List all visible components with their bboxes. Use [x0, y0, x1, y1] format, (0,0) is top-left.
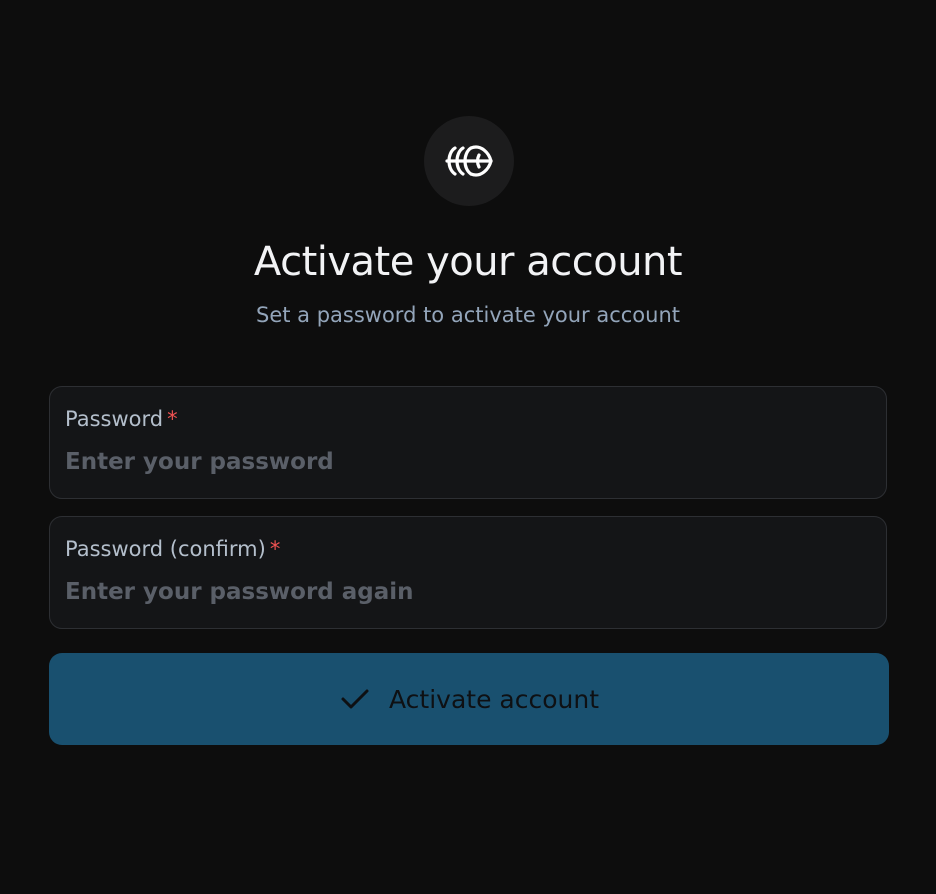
password-label: Password * — [65, 405, 178, 433]
password-confirm-input[interactable] — [65, 575, 865, 609]
activate-account-label: Activate account — [389, 684, 599, 714]
check-icon — [339, 683, 371, 715]
password-field[interactable]: Password * — [49, 386, 887, 499]
activate-account-button[interactable]: Activate account — [49, 653, 889, 745]
brand-logo-icon — [445, 145, 493, 177]
required-marker: * — [167, 407, 178, 431]
required-marker: * — [269, 537, 281, 561]
password-confirm-field[interactable]: Password (confirm) * — [49, 516, 887, 629]
page-subtitle: Set a password to activate your account — [256, 303, 680, 327]
page-title: Activate your account — [253, 239, 683, 285]
password-label-text: Password — [65, 407, 164, 431]
password-input[interactable] — [65, 445, 865, 479]
password-confirm-label: Password (confirm) * — [65, 535, 280, 563]
logo — [424, 116, 514, 206]
activation-page: Activate your account Set a password to … — [0, 0, 936, 894]
password-confirm-label-text: Password (confirm) — [65, 537, 266, 561]
